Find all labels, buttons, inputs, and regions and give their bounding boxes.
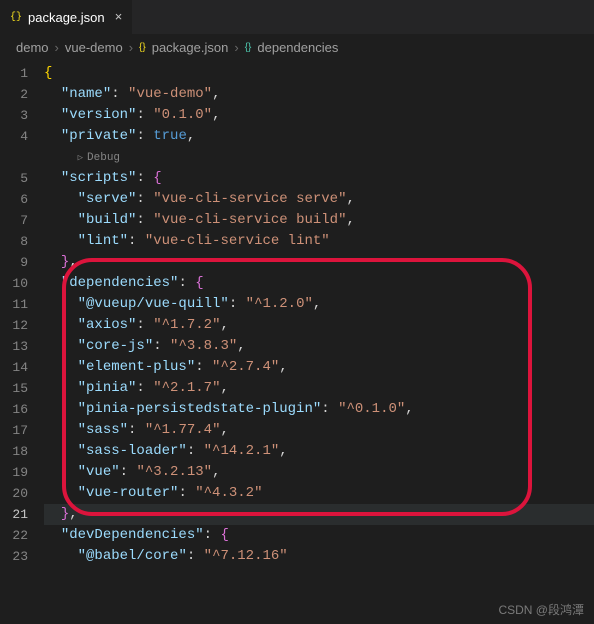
breadcrumb-folder[interactable]: demo xyxy=(16,40,49,55)
breadcrumb[interactable]: demo › vue-demo › {} package.json › {} d… xyxy=(0,35,594,59)
play-icon: ▷ xyxy=(78,148,83,169)
breadcrumb-symbol[interactable]: dependencies xyxy=(257,40,338,55)
breadcrumb-file[interactable]: package.json xyxy=(152,40,229,55)
close-icon[interactable]: × xyxy=(115,10,123,25)
chevron-right-icon: › xyxy=(234,40,238,55)
debug-hint[interactable]: ▷ Debug xyxy=(78,148,120,169)
watermark: CSDN @段鸿潭 xyxy=(498,601,584,618)
tab-label: package.json xyxy=(28,10,105,25)
braces-icon: {} xyxy=(245,42,252,53)
json-icon: {} xyxy=(10,12,22,23)
tab-package-json[interactable]: {} package.json × xyxy=(0,0,132,34)
chevron-right-icon: › xyxy=(129,40,133,55)
editor[interactable]: 1 2 3 4 5 6 7 8 9 10 11 12 13 14 15 16 1… xyxy=(0,59,594,567)
tabs-bar: {} package.json × xyxy=(0,0,594,35)
code-area[interactable]: { "name": "vue-demo", "version": "0.1.0"… xyxy=(44,63,594,567)
json-icon: {} xyxy=(139,42,146,53)
breadcrumb-folder[interactable]: vue-demo xyxy=(65,40,123,55)
chevron-right-icon: › xyxy=(55,40,59,55)
line-gutter: 1 2 3 4 5 6 7 8 9 10 11 12 13 14 15 16 1… xyxy=(0,63,44,567)
